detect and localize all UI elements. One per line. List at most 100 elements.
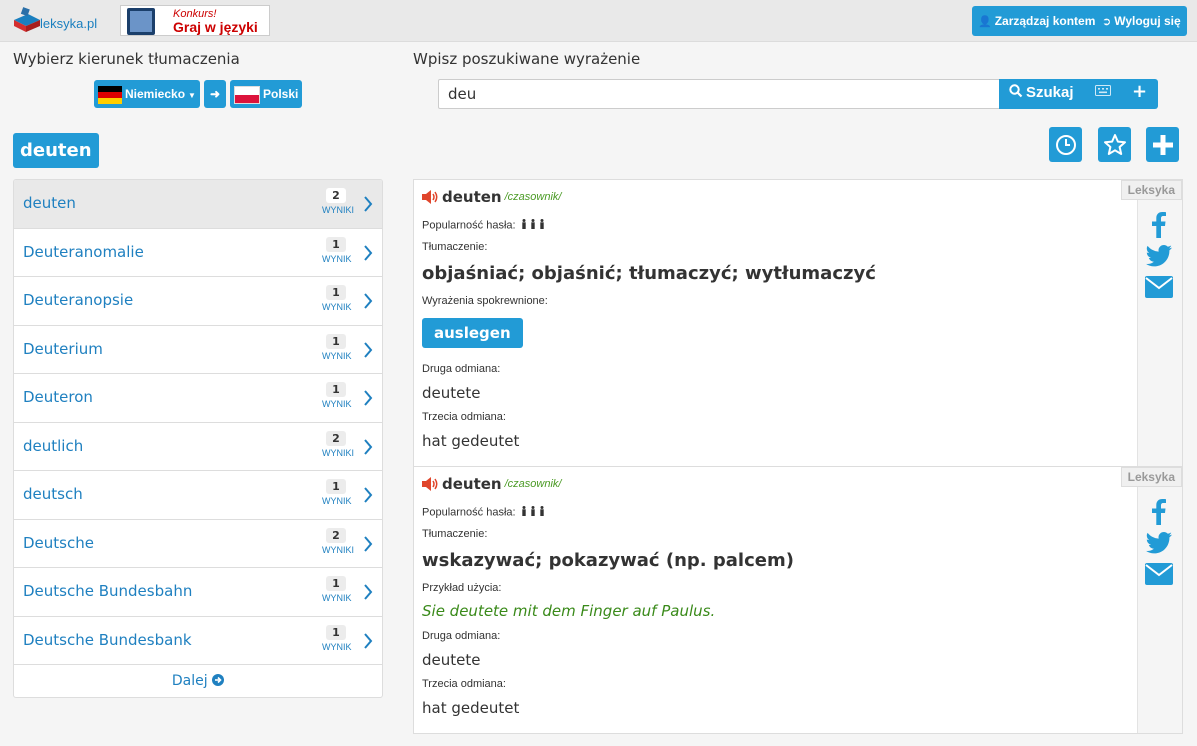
top-bar: leksyka.pl Konkurs! Graj w języki 👤 Zarzą… xyxy=(0,0,1197,42)
banner-line-2: Graj w języki xyxy=(173,19,258,35)
second-form-value: deutete xyxy=(422,384,481,402)
popularity-icons xyxy=(521,506,547,519)
example-label: Przykład użycia: xyxy=(422,582,502,594)
dictionary-entry: Leksyka deuten/czasownik/ Popularność ha… xyxy=(413,466,1183,734)
chevron-right-icon xyxy=(364,438,373,455)
result-count-badge: 2 WYNIKI xyxy=(322,527,354,555)
list-item[interactable]: Deuteron 1 WYNIK xyxy=(14,374,382,423)
current-term-chip: deuten xyxy=(13,133,99,168)
result-count-badge: 1 WYNIK xyxy=(322,479,352,506)
third-form-value: hat gedeutet xyxy=(422,432,520,450)
add-word-button[interactable]: + xyxy=(1132,81,1147,102)
third-form-label: Trzecia odmiana: xyxy=(422,678,506,690)
manage-account-label: Zarządzaj kontem xyxy=(994,14,1096,28)
user-icon: 👤 xyxy=(978,16,992,28)
list-item[interactable]: Deutsche Bundesbank 1 WYNIK xyxy=(14,616,382,665)
entry-word: deuten xyxy=(442,188,502,206)
facebook-share-button[interactable] xyxy=(1144,499,1174,525)
target-language-button[interactable]: Polski xyxy=(230,80,303,108)
history-button[interactable] xyxy=(1049,127,1082,162)
third-form-label: Trzecia odmiana: xyxy=(422,411,506,423)
entry-header: deuten/czasownik/ xyxy=(422,475,561,493)
keyboard-button[interactable] xyxy=(1095,85,1111,100)
logout-button[interactable]: ➲ Wyloguj się xyxy=(1096,6,1187,36)
twitter-icon xyxy=(1146,532,1172,554)
result-count-unit: WYNIKI xyxy=(322,447,355,458)
list-item-label: Deuteranomalie xyxy=(23,242,144,261)
dictionary-entry: Leksyka deuten/czasownik/ Popularność ha… xyxy=(413,179,1183,467)
list-item[interactable]: deuten 2 WYNIKI xyxy=(14,180,382,229)
sign-out-icon: ➲ xyxy=(1102,16,1112,28)
speaker-icon[interactable] xyxy=(422,477,440,491)
result-count-badge: 1 WYNIK xyxy=(322,382,352,409)
search-input-value: deu xyxy=(448,85,477,103)
list-item[interactable]: Deutsche Bundesbahn 1 WYNIK xyxy=(14,568,382,617)
part-of-speech: /czasownik/ xyxy=(504,478,562,490)
popularity-row: Popularność hasła: xyxy=(422,506,547,519)
add-button[interactable] xyxy=(1146,127,1179,162)
twitter-share-button[interactable] xyxy=(1144,243,1174,269)
result-count-unit: WYNIK xyxy=(322,253,352,264)
clock-icon xyxy=(1055,134,1076,155)
contest-banner[interactable]: Konkurs! Graj w języki xyxy=(120,5,270,36)
caret-down-icon: ▼ xyxy=(188,91,196,100)
email-share-button[interactable] xyxy=(1144,274,1174,300)
site-logo[interactable]: leksyka.pl xyxy=(12,6,102,36)
next-page-link[interactable]: Dalej xyxy=(14,665,382,697)
third-form-value: hat gedeutet xyxy=(422,699,520,717)
search-icon xyxy=(1009,84,1023,98)
source-language-dropdown[interactable]: Niemiecko ▼ xyxy=(94,80,200,108)
chevron-right-icon xyxy=(364,341,373,358)
result-count: 1 xyxy=(326,333,346,349)
envelope-icon xyxy=(1145,563,1173,585)
result-count-badge: 1 WYNIK xyxy=(322,236,352,264)
search-button-label: Szukaj xyxy=(1026,84,1074,101)
list-item-label: Deuteranopsie xyxy=(23,291,134,309)
result-count-unit: WYNIK xyxy=(322,641,352,652)
manage-account-button[interactable]: 👤 Zarządzaj kontem xyxy=(972,6,1102,36)
result-count-badge: 1 WYNIK xyxy=(322,576,352,603)
list-item-label: deutsch xyxy=(23,485,83,503)
result-count: 1 xyxy=(326,624,346,640)
list-item[interactable]: Deutsche 2 WYNIKI xyxy=(14,519,382,568)
translation-text: objaśniać; objaśnić; tłumaczyć; wytłumac… xyxy=(422,263,876,284)
swap-direction-button[interactable]: ➜ xyxy=(204,80,226,108)
list-item[interactable]: Deuterium 1 WYNIK xyxy=(14,325,382,374)
chevron-right-icon xyxy=(364,632,373,649)
result-count-badge: 2 WYNIKI xyxy=(322,188,355,215)
facebook-share-button[interactable] xyxy=(1144,212,1174,238)
result-count: 2 xyxy=(326,430,346,446)
result-count: 2 xyxy=(326,188,346,203)
chevron-right-icon xyxy=(364,244,373,261)
list-item[interactable]: deutsch 1 WYNIK xyxy=(14,471,382,520)
email-share-button[interactable] xyxy=(1144,561,1174,587)
list-item[interactable]: Deuteranopsie 1 WYNIK xyxy=(14,277,382,326)
result-count-badge: 1 WYNIK xyxy=(322,333,352,361)
list-item-label: Deutsche Bundesbank xyxy=(23,630,192,649)
favorites-button[interactable] xyxy=(1098,127,1131,162)
result-count-unit: WYNIKI xyxy=(322,205,355,215)
result-count-unit: WYNIK xyxy=(322,399,352,409)
popularity-label: Popularność hasła: xyxy=(422,219,516,232)
logo-book-icon xyxy=(14,7,40,32)
plus-icon: + xyxy=(1132,81,1148,102)
popularity-row: Popularność hasła: xyxy=(422,219,547,232)
target-language-label: Polski xyxy=(263,87,299,101)
second-form-value: deutete xyxy=(422,651,481,669)
logo-text: leksyka.pl xyxy=(40,16,98,31)
search-input[interactable]: deu xyxy=(438,79,1000,109)
result-count: 1 xyxy=(326,479,346,494)
chevron-right-icon xyxy=(364,487,373,503)
twitter-share-button[interactable] xyxy=(1144,530,1174,556)
list-item[interactable]: deutlich 2 WYNIKI xyxy=(14,422,382,471)
speaker-icon[interactable] xyxy=(422,190,440,204)
facebook-icon xyxy=(1152,212,1166,238)
list-item[interactable]: Deuteranomalie 1 WYNIK xyxy=(14,228,382,277)
related-term-button[interactable]: auslegen xyxy=(422,318,523,348)
list-item-label: Deuteron xyxy=(23,388,93,406)
chevron-right-icon xyxy=(364,584,373,600)
search-button[interactable]: Szukaj xyxy=(1009,84,1074,101)
next-page-label: Dalej xyxy=(171,673,208,689)
second-form-label: Druga odmiana: xyxy=(422,363,501,375)
result-count-badge: 2 WYNIKI xyxy=(322,430,355,458)
